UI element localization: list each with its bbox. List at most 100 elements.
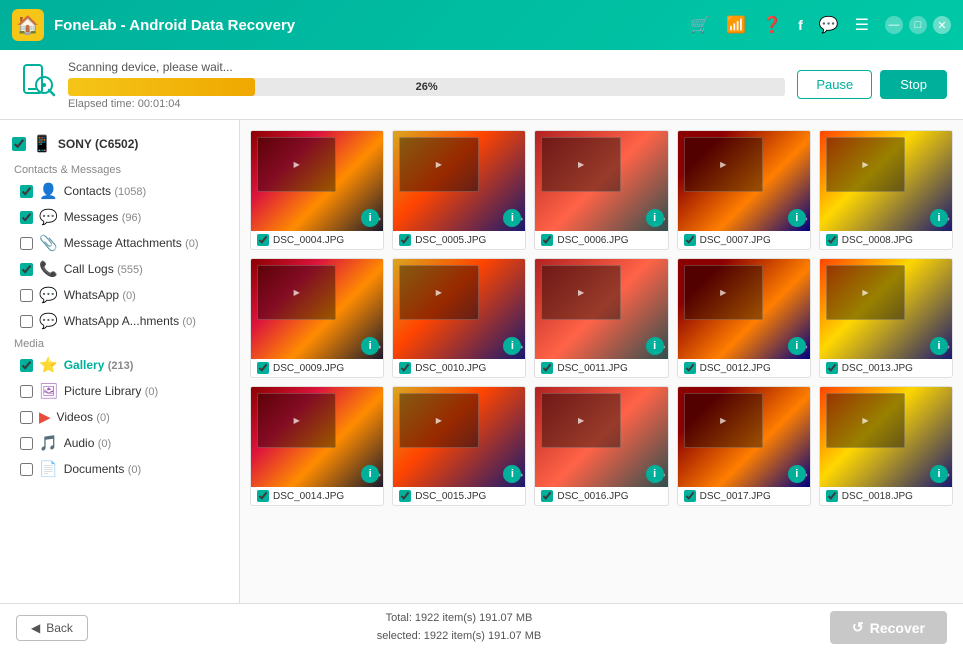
- device-checkbox[interactable]: [12, 137, 26, 151]
- photo-card[interactable]: ▶ ● i DSC_0016.JPG: [534, 386, 668, 506]
- sidebar-item-message-attachments[interactable]: 📎 Message Attachments (0): [0, 230, 239, 256]
- photo-card[interactable]: ▶ ● i DSC_0015.JPG: [392, 386, 526, 506]
- device-item[interactable]: 📱 SONY (C6502): [0, 128, 239, 160]
- photo-checkbox[interactable]: [399, 234, 411, 246]
- photo-checkbox[interactable]: [541, 490, 553, 502]
- photo-card[interactable]: ▶ ● i DSC_0004.JPG: [250, 130, 384, 250]
- help-icon[interactable]: ❓: [762, 15, 782, 35]
- photo-card[interactable]: ▶ ● i DSC_0005.JPG: [392, 130, 526, 250]
- cart-icon[interactable]: 🛒: [690, 15, 710, 35]
- minimize-button[interactable]: —: [885, 16, 903, 34]
- wa-attach-checkbox[interactable]: [20, 315, 33, 328]
- messages-checkbox[interactable]: [20, 211, 33, 224]
- info-badge[interactable]: i: [930, 337, 948, 355]
- photo-card[interactable]: ▶ ● i DSC_0012.JPG: [677, 258, 811, 378]
- docs-label: Documents (0): [64, 462, 141, 476]
- photo-name: DSC_0018.JPG: [842, 491, 913, 502]
- whatsapp-attach-icon: 💬: [39, 312, 58, 330]
- photo-card[interactable]: ▶ ● i DSC_0014.JPG: [250, 386, 384, 506]
- recover-button[interactable]: ↺ Recover: [830, 611, 947, 644]
- info-badge[interactable]: i: [646, 209, 664, 227]
- msg-attach-label: Message Attachments (0): [64, 236, 199, 250]
- photo-card[interactable]: ▶ ● i DSC_0007.JPG: [677, 130, 811, 250]
- close-button[interactable]: ✕: [933, 16, 951, 34]
- photo-card[interactable]: ▶ ● i DSC_0017.JPG: [677, 386, 811, 506]
- photo-checkbox[interactable]: [541, 234, 553, 246]
- menu-icon[interactable]: ☰: [855, 15, 869, 35]
- sidebar-item-contacts[interactable]: 👤 Contacts (1058): [0, 178, 239, 204]
- photo-card[interactable]: ▶ ● i DSC_0006.JPG: [534, 130, 668, 250]
- docs-icon: 📄: [39, 460, 58, 478]
- photo-checkbox[interactable]: [826, 234, 838, 246]
- calllogs-label: Call Logs (555): [64, 262, 143, 276]
- photo-checkbox[interactable]: [684, 362, 696, 374]
- sidebar-item-gallery[interactable]: ⭐ Gallery (213): [0, 352, 239, 378]
- msg-attach-checkbox[interactable]: [20, 237, 33, 250]
- sidebar-item-documents[interactable]: 📄 Documents (0): [0, 456, 239, 482]
- photo-footer: DSC_0010.JPG: [393, 359, 525, 377]
- sidebar-item-whatsapp[interactable]: 💬 WhatsApp (0): [0, 282, 239, 308]
- total-info: Total: 1922 item(s) 191.07 MB selected: …: [377, 610, 541, 645]
- sidebar-item-audio[interactable]: 🎵 Audio (0): [0, 430, 239, 456]
- sidebar-item-messages[interactable]: 💬 Messages (96): [0, 204, 239, 230]
- info-badge[interactable]: i: [646, 337, 664, 355]
- photo-checkbox[interactable]: [826, 362, 838, 374]
- title-bar-icons: 🛒 📶 ❓ f 💬 ☰: [690, 15, 869, 35]
- calllogs-checkbox[interactable]: [20, 263, 33, 276]
- picture-lib-checkbox[interactable]: [20, 385, 33, 398]
- whatsapp-checkbox[interactable]: [20, 289, 33, 302]
- photo-footer: DSC_0009.JPG: [251, 359, 383, 377]
- photo-footer: DSC_0013.JPG: [820, 359, 952, 377]
- info-badge[interactable]: i: [788, 337, 806, 355]
- photo-checkbox[interactable]: [257, 362, 269, 374]
- photo-checkbox[interactable]: [826, 490, 838, 502]
- photo-checkbox[interactable]: [684, 490, 696, 502]
- info-badge[interactable]: i: [930, 209, 948, 227]
- photo-card[interactable]: ▶ ● i DSC_0013.JPG: [819, 258, 953, 378]
- info-badge[interactable]: i: [788, 209, 806, 227]
- photo-checkbox[interactable]: [257, 234, 269, 246]
- gallery-checkbox[interactable]: [20, 359, 33, 372]
- photo-card[interactable]: ▶ ● i DSC_0009.JPG: [250, 258, 384, 378]
- picture-lib-label: Picture Library (0): [64, 384, 158, 398]
- chat-icon[interactable]: 💬: [819, 15, 839, 35]
- photo-card[interactable]: ▶ ● i DSC_0010.JPG: [392, 258, 526, 378]
- info-badge[interactable]: i: [788, 465, 806, 483]
- maximize-button[interactable]: □: [909, 16, 927, 34]
- facebook-icon[interactable]: f: [798, 17, 803, 33]
- photo-thumbnail: ▶ ● i: [393, 131, 525, 231]
- info-badge[interactable]: i: [646, 465, 664, 483]
- stop-button[interactable]: Stop: [880, 70, 947, 99]
- sidebar-item-videos[interactable]: ▶ Videos (0): [0, 404, 239, 430]
- photo-card[interactable]: ▶ ● i DSC_0011.JPG: [534, 258, 668, 378]
- photo-thumbnail: ▶ ● i: [251, 387, 383, 487]
- videos-label: Videos (0): [57, 410, 110, 424]
- pause-button[interactable]: Pause: [797, 70, 872, 99]
- audio-checkbox[interactable]: [20, 437, 33, 450]
- gallery-icon: ⭐: [39, 356, 58, 374]
- sidebar-item-whatsapp-attachments[interactable]: 💬 WhatsApp A...hments (0): [0, 308, 239, 334]
- wa-attach-label: WhatsApp A...hments (0): [64, 314, 196, 328]
- sidebar-item-picture-library[interactable]: 🖼 Picture Library (0): [0, 378, 239, 404]
- photo-card[interactable]: ▶ ● i DSC_0018.JPG: [819, 386, 953, 506]
- videos-checkbox[interactable]: [20, 411, 33, 424]
- scan-device-icon: [16, 61, 56, 109]
- device-label: SONY (C6502): [58, 137, 138, 151]
- photo-card[interactable]: ▶ ● i DSC_0008.JPG: [819, 130, 953, 250]
- photo-checkbox[interactable]: [684, 234, 696, 246]
- photo-checkbox[interactable]: [399, 362, 411, 374]
- photo-thumbnail: ▶ ● i: [535, 131, 667, 231]
- photo-checkbox[interactable]: [257, 490, 269, 502]
- contacts-checkbox[interactable]: [20, 185, 33, 198]
- info-badge[interactable]: i: [930, 465, 948, 483]
- recover-icon: ↺: [852, 619, 864, 636]
- back-button[interactable]: ◀ Back: [16, 615, 88, 641]
- photo-checkbox[interactable]: [399, 490, 411, 502]
- bottom-bar: ◀ Back Total: 1922 item(s) 191.07 MB sel…: [0, 603, 963, 651]
- photo-checkbox[interactable]: [541, 362, 553, 374]
- photo-thumbnail: ▶ ● i: [678, 387, 810, 487]
- sidebar-item-call-logs[interactable]: 📞 Call Logs (555): [0, 256, 239, 282]
- wifi-icon[interactable]: 📶: [726, 15, 746, 35]
- docs-checkbox[interactable]: [20, 463, 33, 476]
- photo-thumbnail: ▶ ● i: [820, 131, 952, 231]
